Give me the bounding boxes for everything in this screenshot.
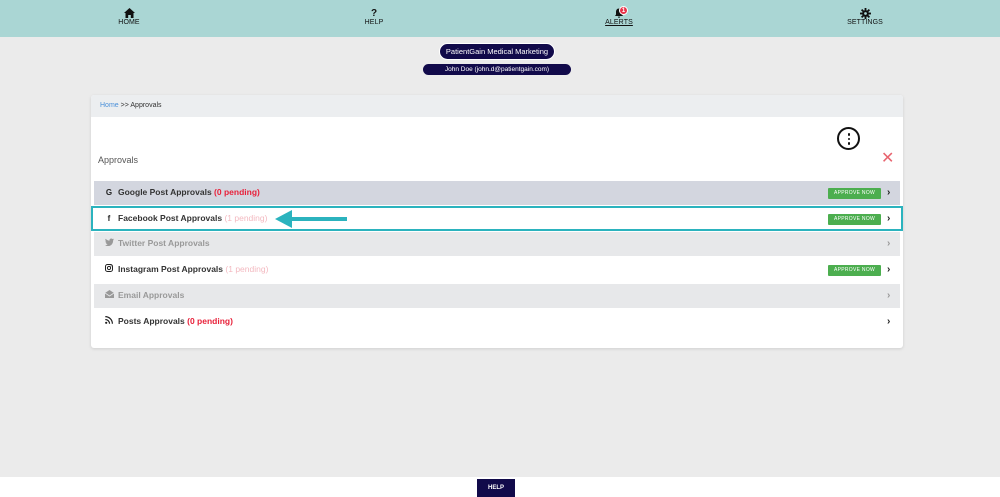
user-pill[interactable]: John Doe (john.d@patientgain.com): [423, 64, 571, 75]
help-button[interactable]: HELP: [477, 479, 515, 497]
row-facebook-approvals[interactable]: f Facebook Post Approvals (1 pending) AP…: [91, 206, 903, 231]
row-label: Facebook Post Approvals: [118, 213, 223, 223]
chevron-right-icon[interactable]: ›: [887, 290, 890, 301]
close-icon[interactable]: ✕: [881, 151, 894, 167]
more-options-button[interactable]: [837, 127, 860, 150]
twitter-icon: [103, 238, 115, 250]
approve-now-button[interactable]: APPROVE NOW: [828, 265, 881, 276]
pending-count: (0 pending): [214, 187, 260, 197]
breadcrumb-current: Approvals: [130, 102, 162, 109]
breadcrumb-home-link[interactable]: Home: [100, 102, 119, 109]
instagram-icon: [103, 264, 115, 276]
pending-count: (0 pending): [187, 316, 233, 326]
question-icon: ?: [370, 8, 378, 19]
row-label: Instagram Post Approvals: [118, 264, 224, 274]
approve-now-button[interactable]: APPROVE NOW: [828, 188, 881, 199]
chevron-right-icon[interactable]: ›: [887, 238, 890, 249]
gear-icon: [825, 8, 905, 19]
row-twitter-approvals[interactable]: Twitter Post Approvals ›: [94, 232, 900, 256]
chevron-right-icon[interactable]: ›: [887, 187, 890, 198]
nav-settings-label: SETTINGS: [847, 19, 883, 26]
section-title: Approvals: [98, 155, 139, 165]
nav-alerts[interactable]: 1 ALERTS: [579, 6, 659, 26]
pending-count: (1 pending): [225, 264, 269, 274]
chevron-right-icon[interactable]: ›: [887, 316, 890, 327]
nav-home-label: HOME: [118, 19, 140, 26]
breadcrumb: Home >> Approvals: [91, 95, 903, 117]
approvals-card: Home >> Approvals Approvals ✕ G Google P…: [91, 95, 903, 348]
row-label: Google Post Approvals: [118, 187, 212, 197]
pointer-arrow-icon: [275, 210, 347, 228]
row-instagram-approvals[interactable]: Instagram Post Approvals (1 pending) APP…: [94, 258, 900, 282]
chevron-right-icon[interactable]: ›: [887, 213, 890, 224]
company-pill[interactable]: PatientGain Medical Marketing: [439, 43, 555, 60]
row-posts-approvals[interactable]: Posts Approvals (0 pending) ›: [94, 310, 900, 334]
approve-now-button[interactable]: APPROVE NOW: [828, 214, 881, 225]
nav-settings[interactable]: SETTINGS: [825, 8, 905, 26]
row-label: Twitter Post Approvals: [118, 238, 210, 248]
chevron-right-icon[interactable]: ›: [887, 264, 890, 275]
pending-count: (1 pending): [224, 213, 268, 223]
nav-help-label: HELP: [364, 19, 384, 26]
home-icon: [89, 8, 169, 19]
row-google-approvals[interactable]: G Google Post Approvals (0 pending) APPR…: [94, 181, 900, 205]
top-nav: HOME ? HELP 1 ALERTS SETTINGS: [0, 0, 1000, 37]
google-icon: G: [105, 188, 113, 197]
facebook-icon: f: [107, 214, 111, 223]
nav-home[interactable]: HOME: [89, 8, 169, 26]
row-label: Email Approvals: [118, 290, 185, 300]
row-label: Posts Approvals: [118, 316, 185, 326]
row-email-approvals[interactable]: Email Approvals ›: [94, 284, 900, 308]
alerts-badge: 1: [619, 6, 628, 15]
rss-icon: [103, 316, 115, 328]
nav-alerts-label: ALERTS: [605, 19, 633, 26]
nav-help[interactable]: ? HELP: [334, 8, 414, 26]
breadcrumb-separator: >>: [120, 102, 129, 109]
email-icon: [103, 290, 115, 302]
bell-icon: 1: [613, 6, 628, 19]
